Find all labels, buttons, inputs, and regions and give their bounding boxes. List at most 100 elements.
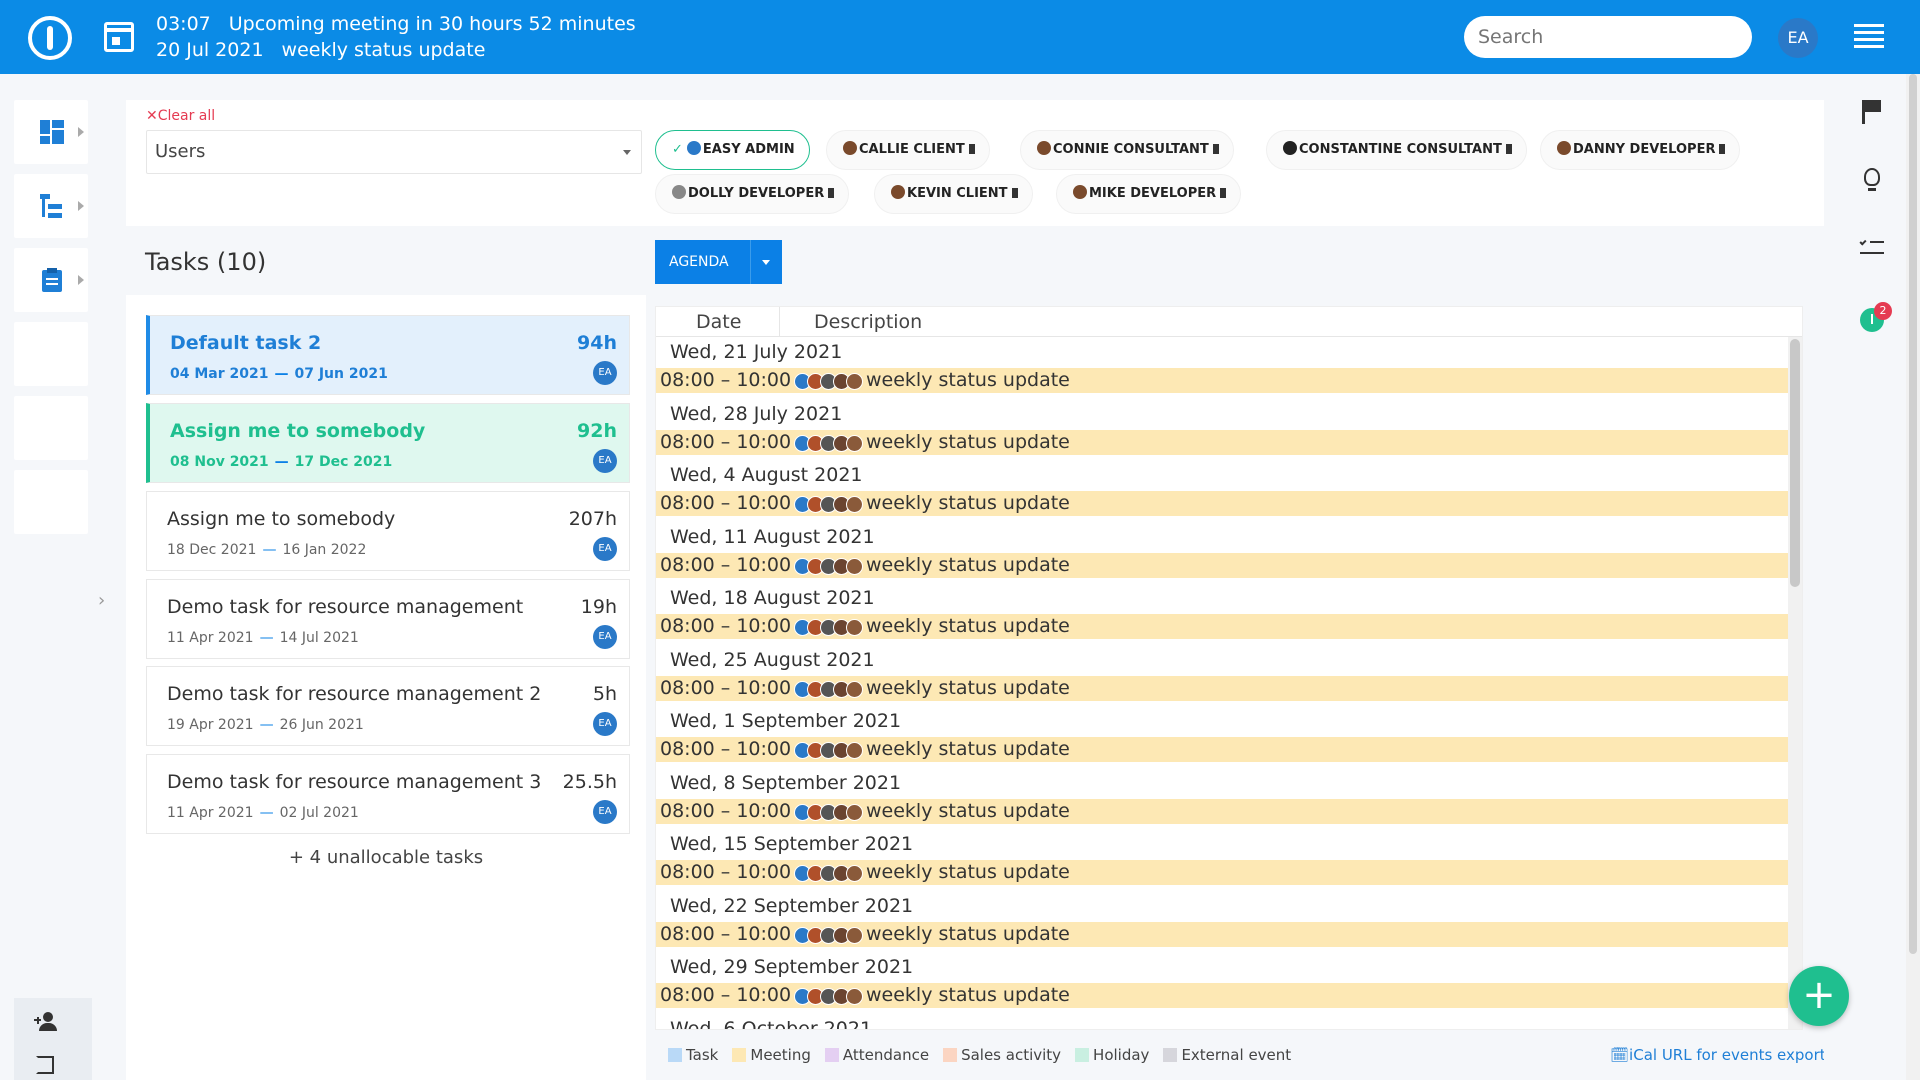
unallocable-tasks-link[interactable]: + 4 unallocable tasks — [126, 847, 646, 868]
legend-item: Attendance — [824, 1046, 930, 1064]
calendar-icon[interactable] — [104, 22, 134, 52]
task-card[interactable]: Demo task for resource management 3 11 A… — [146, 754, 630, 834]
legend-item: External event — [1163, 1046, 1291, 1064]
user-avatar[interactable]: EA — [1778, 18, 1818, 58]
agenda-button-label: AGENDA — [669, 254, 729, 270]
agenda-day-heading: Wed, 6 October 2021 — [656, 1014, 1788, 1029]
avatar: EA — [593, 712, 617, 736]
agenda-view-button[interactable]: AGENDA — [655, 240, 782, 284]
flag-icon[interactable] — [1858, 98, 1888, 128]
task-hours: 92h — [577, 420, 617, 442]
chip-label: CONSTANTINE CONSULTANT — [1299, 142, 1502, 157]
hamburger-menu-icon[interactable] — [1854, 24, 1884, 48]
trash-icon[interactable] — [968, 144, 975, 154]
trash-icon[interactable] — [1220, 188, 1227, 198]
sidebar-empty-slot-2[interactable] — [14, 396, 88, 460]
event-time: 08:00 – 10:00 — [660, 800, 792, 822]
event-title: weekly status update — [866, 800, 1070, 822]
attendee-avatars — [794, 680, 863, 705]
avatar — [843, 141, 857, 155]
meeting-reminder-line1[interactable]: 03:07 Upcoming meeting in 30 hours 52 min… — [156, 13, 636, 35]
sidebar-tasks-button[interactable] — [14, 248, 88, 312]
agenda-event-meeting[interactable]: 08:00 – 10:00 weekly status update — [656, 860, 1788, 885]
task-card[interactable]: Default task 2 04 Mar 2021—07 Jun 2021 9… — [146, 315, 630, 395]
users-select[interactable]: Users — [146, 130, 642, 174]
agenda-panel: Date Description Wed, 21 July 2021 08:00 … — [655, 306, 1803, 1030]
chevron-down-icon — [623, 150, 631, 155]
trash-icon[interactable] — [1505, 144, 1512, 154]
app-logo-icon[interactable] — [28, 16, 72, 60]
agenda-event-meeting[interactable]: 08:00 – 10:00 weekly status update — [656, 983, 1788, 1008]
task-card[interactable]: Demo task for resource management 11 Apr… — [146, 579, 630, 659]
user-chip-kevin-client[interactable]: KEVIN CLIENT — [874, 174, 1033, 214]
agenda-event-meeting[interactable]: 08:00 – 10:00 weekly status update — [656, 553, 1788, 578]
agenda-event-meeting[interactable]: 08:00 – 10:00 weekly status update — [656, 799, 1788, 824]
task-card[interactable]: Demo task for resource management 2 19 A… — [146, 666, 630, 746]
event-title: weekly status update — [866, 861, 1070, 883]
task-card[interactable]: Assign me to somebody 18 Dec 2021—16 Jan… — [146, 491, 630, 571]
column-header-description: Description — [814, 311, 923, 333]
add-button[interactable]: + — [1789, 966, 1849, 1026]
task-card[interactable]: Assign me to somebody 08 Nov 2021—17 Dec… — [146, 403, 630, 483]
agenda-day-heading: Wed, 1 September 2021 — [656, 706, 1788, 737]
ical-export-link[interactable]: 🗓iCal URL for events export — [1610, 1046, 1826, 1064]
agenda-event-meeting[interactable]: 08:00 – 10:00 weekly status update — [656, 614, 1788, 639]
search-input[interactable] — [1464, 16, 1752, 58]
user-chip-mike-developer[interactable]: MIKE DEVELOPER — [1056, 174, 1242, 214]
sidebar-dashboard-button[interactable] — [14, 100, 88, 164]
task-dates: 11 Apr 2021—14 Jul 2021 — [167, 630, 359, 646]
user-chip-connie-consultant[interactable]: CONNIE CONSULTANT — [1020, 130, 1234, 170]
agenda-event-meeting[interactable]: 08:00 – 10:00 weekly status update — [656, 430, 1788, 455]
agenda-day-heading: Wed, 22 September 2021 — [656, 891, 1788, 922]
chip-label: CONNIE CONSULTANT — [1053, 142, 1209, 157]
sidebar-empty-slot-3[interactable] — [14, 470, 88, 534]
event-time: 08:00 – 10:00 — [660, 861, 792, 883]
event-title: weekly status update — [866, 923, 1070, 945]
user-chip-danny-developer[interactable]: DANNY DEVELOPER — [1540, 130, 1741, 170]
legend-swatch — [943, 1048, 958, 1062]
user-chip-constantine-consultant[interactable]: CONSTANTINE CONSULTANT — [1266, 130, 1527, 170]
event-time: 08:00 – 10:00 — [660, 369, 792, 391]
timer-icon[interactable]: 2 — [1858, 302, 1892, 332]
sidebar-empty-slot-1[interactable] — [14, 322, 88, 386]
attendee-avatars — [794, 557, 863, 582]
agenda-event-meeting[interactable]: 08:00 – 10:00 weekly status update — [656, 737, 1788, 762]
avatar: EA — [593, 449, 617, 473]
checklist-icon[interactable] — [1858, 234, 1888, 264]
attendee-avatars — [794, 495, 863, 520]
reminder-text: Upcoming meeting in 30 hours 52 minutes — [228, 13, 636, 35]
event-time: 08:00 – 10:00 — [660, 615, 792, 637]
event-title: weekly status update — [866, 492, 1070, 514]
agenda-event-meeting[interactable]: 08:00 – 10:00 weekly status update — [656, 491, 1788, 516]
legend-label: Attendance — [842, 1046, 930, 1064]
legend-item: Meeting — [732, 1046, 811, 1064]
clear-all-link[interactable]: ✕Clear all — [146, 108, 215, 124]
trash-icon[interactable] — [1011, 188, 1018, 198]
agenda-scrollbar[interactable] — [1788, 337, 1802, 1029]
logout-icon[interactable] — [36, 1056, 54, 1074]
agenda-event-meeting[interactable]: 08:00 – 10:00 weekly status update — [656, 676, 1788, 701]
user-chip-callie-client[interactable]: CALLIE CLIENT — [826, 130, 990, 170]
clipboard-icon — [40, 268, 64, 292]
sidebar-tree-button[interactable] — [14, 174, 88, 238]
agenda-event-meeting[interactable]: 08:00 – 10:00 weekly status update — [656, 368, 1788, 393]
chevron-right-icon — [78, 275, 84, 285]
add-user-icon[interactable] — [34, 1012, 58, 1032]
event-time: 08:00 – 10:00 — [660, 677, 792, 699]
user-chip-dolly-developer[interactable]: DOLLY DEVELOPER — [655, 174, 850, 214]
user-chip-easy-admin[interactable]: ✓ EASY ADMIN — [655, 130, 810, 170]
lightbulb-icon[interactable] — [1858, 166, 1888, 196]
meeting-reminder-line2[interactable]: 20 Jul 2021 weekly status update — [156, 39, 485, 61]
trash-icon[interactable] — [828, 188, 835, 198]
agenda-event-meeting[interactable]: 08:00 – 10:00 weekly status update — [656, 922, 1788, 947]
chevron-down-icon[interactable] — [762, 260, 770, 265]
attendee-avatars — [794, 926, 863, 951]
chevron-right-icon — [78, 201, 84, 211]
page-scrollbar[interactable] — [1906, 74, 1920, 1080]
trash-icon[interactable] — [1719, 144, 1726, 154]
legend-item: Task — [668, 1046, 718, 1064]
expand-sidebar-chevron-icon[interactable]: › — [98, 590, 108, 611]
ical-label: iCal URL for events export — [1629, 1046, 1826, 1064]
task-dates: 08 Nov 2021—17 Dec 2021 — [170, 454, 393, 470]
trash-icon[interactable] — [1212, 144, 1219, 154]
